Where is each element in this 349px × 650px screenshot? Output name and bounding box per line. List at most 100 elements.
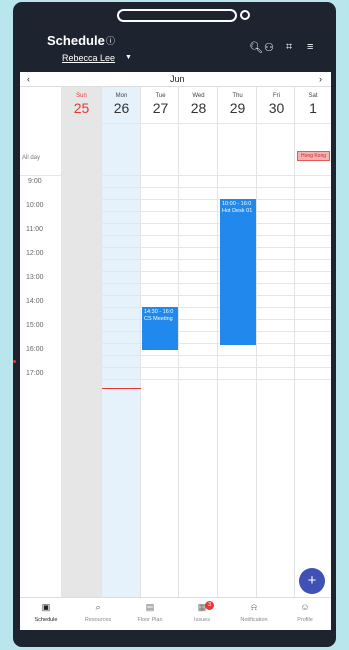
hour-line [62,283,331,284]
hour-line [62,271,331,272]
person-icon: ☺ [300,602,310,612]
day-header-wed[interactable]: Wed 28 [179,87,218,116]
chevron-down-icon[interactable]: ▼ [125,54,132,61]
hour-line [62,223,331,224]
hour-line [62,307,331,308]
day-name: Sat [308,93,318,99]
day-header-sat[interactable]: Sat 1 [295,87,331,116]
time-gutter [20,87,62,597]
page-title: Schedule [47,33,105,48]
hour-line [62,247,331,248]
week-grid: Sun 25 Mon 26 Tue 27 Wed 28 Thu 29 Fri 3… [20,87,331,597]
nav-label: Profile [297,617,313,623]
day-header-sun[interactable]: Sun 25 [62,87,101,116]
day-header-tue[interactable]: Tue 27 [141,87,180,116]
notch-pill [117,9,237,22]
day-name: Tue [155,93,166,99]
event-time: 14:30 - 16:0 [144,309,174,315]
time-label: 15:00 [26,322,44,329]
day-number: 27 [152,100,169,116]
search-icon: ⌕ [95,602,101,612]
people-icon[interactable]: ⚇ [264,41,274,54]
day-number: 30 [268,100,285,116]
nav-label: Notification [240,617,268,623]
day-header-mon[interactable]: Mon 26 [102,87,141,116]
day-column-sat[interactable] [295,87,331,597]
day-name: Fri [273,93,280,99]
nav-profile[interactable]: ☺ Profile [279,602,331,623]
hour-line [62,379,331,380]
day-number: 29 [229,100,246,116]
current-time-line [102,388,141,389]
nav-label: Schedule [34,617,58,623]
day-column-fri[interactable] [257,87,295,597]
day-number: 26 [113,100,130,116]
time-label: 12:00 [26,250,44,257]
nav-schedule[interactable]: ▣ Schedule [20,602,72,623]
day-name: Mon [115,93,128,99]
hour-line [62,319,331,320]
filter-icon[interactable]: ≡ [307,41,313,53]
day-header-thu[interactable]: Thu 29 [218,87,257,116]
calendar-icon: ▣ [41,602,51,612]
time-label: 17:00 [26,370,44,377]
time-label: 16:00 [26,346,44,353]
event-title: CS Meeting [144,316,173,322]
all-day-divider [20,175,331,176]
scan-icon[interactable]: ⌗ [286,41,292,54]
hour-line [62,367,331,368]
help-icon[interactable]: ⓘ [106,34,115,47]
day-header-fri[interactable]: Fri 30 [257,87,296,116]
event-time: 10:00 - 16:0 [222,201,252,207]
month-bar: ‹ Jun › [20,72,331,87]
day-number: 28 [190,100,207,116]
app-screen: Schedule ⓘ Rebecca Lee ▼ 🔍︎ ⚇ ⌗ ≡ ‹ Jun … [20,26,331,630]
time-label: 13:00 [26,274,44,281]
hour-line [62,187,331,188]
holiday-event[interactable]: Hong Kong [297,151,330,161]
day-name: Thu [232,93,243,99]
nav-label: Floor Plan [137,617,163,623]
camera-dot [240,10,250,20]
issues-badge: 3 [205,601,214,610]
nav-label: Issues [194,617,210,623]
day-number: 25 [73,100,90,116]
day-number: 1 [309,100,317,116]
time-label: 14:00 [26,298,44,305]
day-name: Sun [76,93,87,99]
add-event-button[interactable]: + [299,568,325,594]
bell-icon: ⍾ [251,602,257,612]
map-icon: ▤ [145,602,155,612]
header-divider [62,123,331,124]
month-label: Jun [170,74,185,84]
day-column-mon[interactable] [102,87,141,597]
hour-line [62,235,331,236]
time-label: 11:00 [26,226,43,233]
event-hot-desk[interactable]: 10:00 - 16:0 Hot Desk 01 [220,199,256,345]
nav-notification[interactable]: ⍾ Notification [228,602,280,623]
time-label: 9:00 [28,178,42,185]
hour-line [62,355,331,356]
chevron-right-icon[interactable]: › [319,74,322,84]
nav-floor-plan[interactable]: ▤ Floor Plan [124,602,176,623]
user-selector[interactable]: Rebecca Lee [62,53,115,63]
day-column-sun[interactable] [62,87,102,597]
all-day-label: All day [22,155,41,161]
hour-line [62,343,331,344]
search-icon[interactable]: 🔍︎ [249,41,263,54]
hour-line [62,295,331,296]
app-header: Schedule ⓘ Rebecca Lee ▼ 🔍︎ ⚇ ⌗ ≡ [20,26,331,72]
hour-line [62,199,331,200]
bottom-nav: ▣ Schedule ⌕ Resources ▤ Floor Plan ▦ 3 … [20,597,331,630]
chevron-left-icon[interactable]: ‹ [27,74,30,84]
day-column-wed[interactable] [179,87,218,597]
hour-line [62,331,331,332]
nav-issues[interactable]: ▦ 3 Issues [176,601,228,623]
hour-line [62,211,331,212]
hour-line [62,259,331,260]
event-cs-meeting[interactable]: 14:30 - 16:0 CS Meeting [142,307,178,350]
issues-icon: ▦ [197,602,207,612]
nav-resources[interactable]: ⌕ Resources [72,602,124,623]
current-time-dot [13,360,16,363]
event-title: Hot Desk 01 [222,208,253,214]
